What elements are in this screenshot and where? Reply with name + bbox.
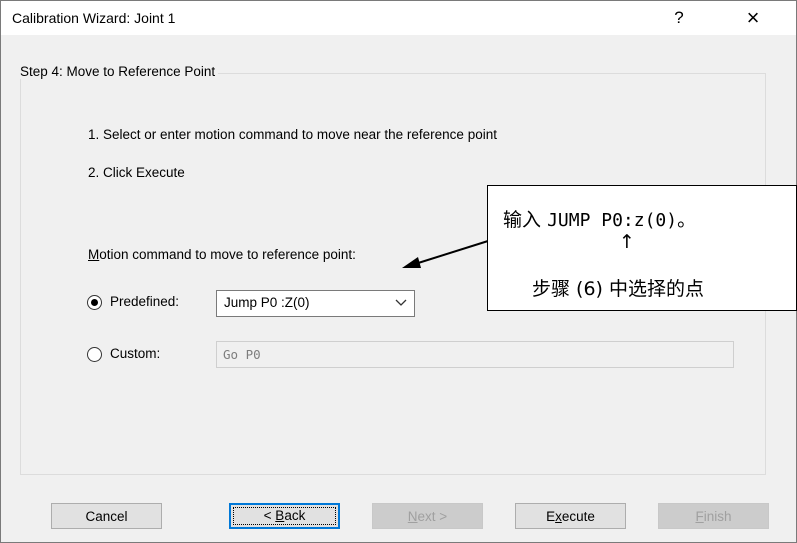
callout-suffix: 。 <box>677 209 697 231</box>
callout-up-arrow: ↑ <box>619 231 635 253</box>
callout-prefix: 输入 <box>503 209 542 231</box>
callout-line-1: 输入 JUMP P0:z(0)。 <box>503 205 696 232</box>
callout-line-2: 步骤 (6) 中选择的点 <box>532 278 704 300</box>
callout-code: JUMP P0:z(0) <box>547 210 678 231</box>
annotation-callout: 输入 JUMP P0:z(0)。 ↑ 步骤 (6) 中选择的点 <box>487 185 797 311</box>
